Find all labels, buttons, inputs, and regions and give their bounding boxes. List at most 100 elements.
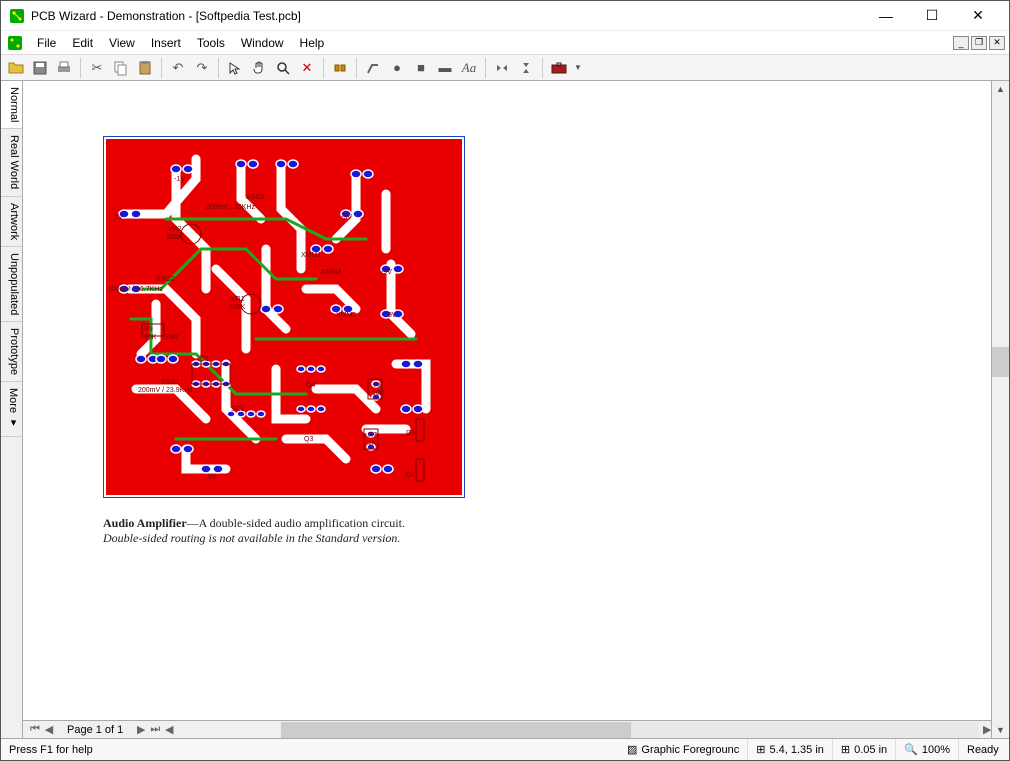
hscroll-track[interactable]	[281, 722, 979, 738]
save-button[interactable]	[29, 57, 51, 79]
tab-unpopulated[interactable]: Unpopulated	[1, 247, 22, 322]
paste-button[interactable]	[134, 57, 156, 79]
open-button[interactable]	[5, 57, 27, 79]
minimize-button[interactable]: —	[863, 1, 909, 31]
tab-prototype[interactable]: Prototype	[1, 322, 22, 382]
mdi-close-button[interactable]: ✕	[989, 36, 1005, 50]
close-button[interactable]: ✕	[955, 1, 1001, 31]
svg-text:XSG2: XSG2	[156, 276, 175, 283]
flip-h-button[interactable]	[491, 57, 513, 79]
maximize-button[interactable]: ☐	[909, 1, 955, 31]
layer-icon: ▨	[627, 743, 637, 756]
print-button[interactable]	[53, 57, 75, 79]
undo-button[interactable]: ↶	[167, 57, 189, 79]
menu-insert[interactable]: Insert	[143, 34, 189, 52]
svg-text:Q4: Q4	[306, 382, 315, 389]
delete-tool[interactable]: ✕	[296, 57, 318, 79]
side-tabs: Normal Real World Artwork Unpopulated Pr…	[1, 81, 23, 738]
pointer-tool[interactable]	[224, 57, 246, 79]
title-bar: PCB Wizard - Demonstration - [Softpedia …	[1, 1, 1009, 31]
menu-window[interactable]: Window	[233, 34, 292, 52]
page-next-button[interactable]: ▶	[135, 723, 147, 736]
ruler-icon: ⊞	[756, 743, 765, 756]
menu-tools[interactable]: Tools	[189, 34, 233, 52]
window-title: PCB Wizard - Demonstration - [Softpedia …	[31, 9, 863, 23]
menu-view[interactable]: View	[101, 34, 143, 52]
svg-text:SW2: SW2	[164, 334, 179, 341]
svg-text:9V: 9V	[388, 312, 397, 319]
component-gallery-button[interactable]	[329, 57, 351, 79]
mdi-minimize-button[interactable]: _	[953, 36, 969, 50]
scroll-right-button[interactable]: ▶	[979, 723, 991, 736]
design-canvas[interactable]: -1V XSG3 200mV / 10KHz 1V VR2 100K -5V X…	[23, 81, 991, 720]
grid-icon: ⊞	[841, 743, 850, 756]
svg-text:300mV / 16.7KHz: 300mV / 16.7KHz	[108, 286, 163, 293]
status-help: Press F1 for help	[1, 739, 619, 760]
copy-button[interactable]	[110, 57, 132, 79]
svg-text:R7: R7	[368, 432, 377, 439]
track-tool[interactable]	[362, 57, 384, 79]
svg-text:10K: 10K	[144, 334, 157, 341]
svg-text:1K: 1K	[368, 440, 377, 447]
svg-text:IC1: IC1	[198, 356, 209, 363]
scroll-left-button[interactable]: ◀	[163, 723, 175, 736]
page-indicator: Page 1 of 1	[57, 724, 133, 736]
status-layer[interactable]: ▨Graphic Foregrounc	[619, 739, 748, 760]
menu-bar: File Edit View Insert Tools Window Help …	[1, 31, 1009, 55]
toolbox-dropdown[interactable]: ▼	[572, 57, 584, 79]
app-icon-small	[7, 35, 23, 51]
svg-text:XSG3: XSG3	[246, 194, 265, 201]
menu-file[interactable]: File	[29, 34, 64, 52]
svg-text:-9V: -9V	[381, 269, 392, 276]
svg-text:R8: R8	[374, 382, 383, 389]
svg-text:XMM1: XMM1	[301, 252, 321, 259]
caption: Audio Amplifier—A double-sided audio amp…	[103, 516, 465, 546]
toolbox-button[interactable]	[548, 57, 570, 79]
svg-text:XSG1: XSG1	[161, 379, 180, 386]
vertical-scrollbar: ▲ ▼	[991, 81, 1009, 738]
tab-artwork[interactable]: Artwork	[1, 197, 22, 247]
app-icon	[9, 8, 25, 24]
scroll-up-button[interactable]: ▲	[992, 81, 1009, 97]
zoom-tool[interactable]	[272, 57, 294, 79]
status-bar: Press F1 for help ▨Graphic Foregrounc ⊞5…	[1, 738, 1009, 760]
svg-text:1V: 1V	[114, 214, 123, 221]
pcb-board[interactable]: -1V XSG3 200mV / 10KHz 1V VR2 100K -5V X…	[103, 136, 465, 498]
svg-text:D4: D4	[406, 472, 415, 479]
svg-text:200mV / 23.9KHz: 200mV / 23.9KHz	[138, 387, 193, 394]
mdi-restore-button[interactable]: ❐	[971, 36, 987, 50]
page-prev-button[interactable]: ◀	[43, 723, 55, 736]
flip-v-button[interactable]	[515, 57, 537, 79]
rect-tool[interactable]: ■	[410, 57, 432, 79]
hand-tool[interactable]	[248, 57, 270, 79]
cut-button[interactable]: ✂	[86, 57, 108, 79]
tab-normal[interactable]: Normal	[1, 81, 22, 129]
status-zoom[interactable]: 🔍100%	[896, 739, 959, 760]
status-grid[interactable]: ⊞0.05 in	[833, 739, 896, 760]
caption-note: Double-sided routing is not available in…	[103, 531, 465, 546]
svg-text:9V: 9V	[208, 474, 217, 481]
tab-more[interactable]: More ▾	[1, 382, 22, 436]
vscroll-track[interactable]	[992, 97, 1009, 722]
zoom-icon: 🔍	[904, 743, 918, 756]
tab-real-world[interactable]: Real World	[1, 129, 22, 196]
svg-text:200mV / 10KHz: 200mV / 10KHz	[206, 204, 256, 211]
svg-text:XMM3: XMM3	[321, 269, 341, 276]
svg-text:SC1: SC1	[231, 406, 245, 413]
vscroll-thumb[interactable]	[992, 347, 1009, 377]
copper-tool[interactable]: ▬	[434, 57, 456, 79]
pad-tool[interactable]: ●	[386, 57, 408, 79]
caption-desc: —A double-sided audio amplification circ…	[187, 516, 405, 530]
redo-button[interactable]: ↷	[191, 57, 213, 79]
toolbar: ✂ ↶ ↷ ✕ ● ■ ▬ Aa ▼	[1, 55, 1009, 81]
page-first-button[interactable]: ⏮	[29, 723, 41, 736]
hscroll-thumb[interactable]	[282, 722, 630, 738]
page-last-button[interactable]: ⏭	[149, 723, 161, 736]
menu-help[interactable]: Help	[292, 34, 333, 52]
scroll-down-button[interactable]: ▼	[992, 722, 1009, 738]
menu-edit[interactable]: Edit	[64, 34, 101, 52]
svg-text:10K: 10K	[372, 390, 385, 397]
text-tool[interactable]: Aa	[458, 57, 480, 79]
svg-text:100K: 100K	[229, 304, 246, 311]
status-ready: Ready	[959, 739, 1009, 760]
